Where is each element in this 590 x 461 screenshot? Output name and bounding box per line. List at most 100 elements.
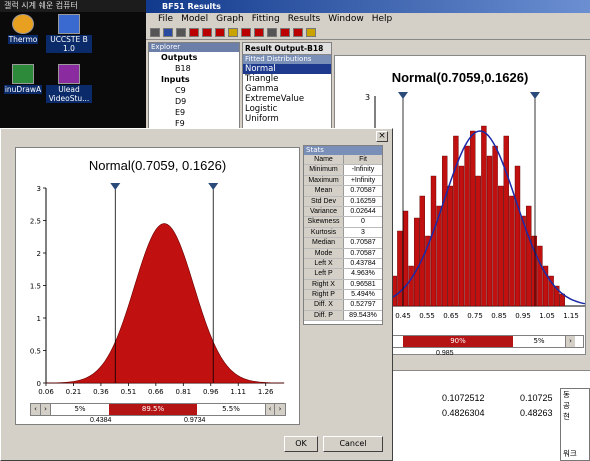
- stat-value: 0.16259: [350, 197, 376, 205]
- thermo-icon: [12, 14, 34, 34]
- chart-icon[interactable]: [189, 28, 199, 37]
- slider-right-pct: 5.5%: [222, 405, 240, 413]
- histogram-bar: [441, 155, 448, 307]
- left-marker-handle[interactable]: [398, 92, 408, 99]
- grid-cell[interactable]: 0.4826304: [442, 408, 485, 418]
- side-list-item[interactable]: 워크: [563, 448, 589, 459]
- x-tick-label: 1.26: [258, 388, 274, 396]
- cumulative-icon[interactable]: [254, 28, 264, 37]
- tree-item-b18[interactable]: B18: [153, 63, 239, 74]
- desktop-icon-thermo[interactable]: Thermo: [0, 14, 46, 44]
- dist-item-extremevalue[interactable]: ExtremeValue: [243, 94, 331, 104]
- percentile-slider[interactable]: ‹ › 5% 89.5% 5.5% ‹ ›: [30, 403, 286, 416]
- menu-help[interactable]: Help: [368, 13, 397, 26]
- y-tick-label: 0.5: [30, 348, 41, 356]
- stats-row: Mean 0.70587: [304, 186, 382, 197]
- stat-value: 0.02644: [350, 207, 376, 215]
- stat-name: Minimum: [304, 165, 344, 175]
- menu-results[interactable]: Results: [284, 13, 325, 26]
- dist-item-uniform[interactable]: Uniform: [243, 114, 331, 124]
- histogram-bar: [402, 210, 409, 307]
- x-tick-label: 0.65: [443, 312, 459, 320]
- table-icon[interactable]: [176, 28, 186, 37]
- histogram-icon[interactable]: [215, 28, 225, 37]
- slider-left-step[interactable]: ›: [41, 404, 51, 415]
- column-name: Name: [304, 155, 344, 165]
- side-list-item[interactable]: 공: [563, 400, 589, 411]
- menu-window[interactable]: Window: [324, 13, 368, 26]
- menu-graph[interactable]: Graph: [212, 13, 248, 26]
- report-icon[interactable]: [293, 28, 303, 37]
- stats-row: Right X 0.96581: [304, 279, 382, 291]
- x-tick-label: 0.96: [203, 388, 219, 396]
- x-tick-label: 0.45: [395, 312, 411, 320]
- tree-item-c9[interactable]: C9: [153, 85, 239, 96]
- y-tick-label: 0: [37, 380, 41, 388]
- dist-item-gamma[interactable]: Gamma: [243, 84, 331, 94]
- density-icon[interactable]: [241, 28, 251, 37]
- left-marker-handle[interactable]: [110, 183, 121, 190]
- slider-middle-pct: 90%: [403, 336, 513, 347]
- side-list-item[interactable]: 현: [563, 411, 589, 422]
- grid-cell[interactable]: 0.48263: [520, 408, 553, 418]
- histogram-bar: [413, 217, 420, 307]
- x-tick-label: 0.95: [515, 312, 531, 320]
- x-tick-labels: 0.350.450.550.650.750.850.951.051.15: [371, 312, 579, 320]
- desktop-icon-draw[interactable]: inuDrawA: [0, 64, 46, 94]
- distribution-chart: Normal(0.7059, 0.1626) 0 0.5 1 1.5 2 2.5 3 0.0…: [15, 147, 300, 425]
- close-button[interactable]: ×: [376, 131, 388, 142]
- stat-value: 0.52797: [350, 301, 376, 309]
- stats-row: Skewness 0: [304, 217, 382, 228]
- slider-right-step[interactable]: ‹: [265, 404, 275, 415]
- y-tick-label: 1: [37, 315, 41, 323]
- x-tick-label: 0.51: [121, 388, 137, 396]
- right-marker-handle[interactable]: [530, 92, 540, 99]
- dist-item-triangle[interactable]: Triangle: [243, 74, 331, 84]
- cancel-button[interactable]: Cancel: [323, 436, 383, 452]
- pp-plot-icon[interactable]: [267, 28, 277, 37]
- desktop-icon-ulead[interactable]: Ulead VideoStu...: [46, 64, 92, 103]
- dist-item-logistic[interactable]: Logistic: [243, 104, 331, 114]
- histogram-bar: [492, 145, 498, 307]
- grid-cell[interactable]: 0.1072512: [442, 393, 485, 403]
- save-icon[interactable]: [150, 28, 160, 37]
- side-list-item[interactable]: 동: [563, 389, 589, 400]
- desktop-icon-label: Ulead VideoStu...: [46, 85, 92, 103]
- stats-row: Mode 0.70587: [304, 248, 382, 259]
- tree-item-outputs[interactable]: Outputs: [153, 52, 239, 63]
- stat-name: Kurtosis: [304, 227, 344, 238]
- stats-row: Variance 0.02644: [304, 206, 382, 218]
- stat-value: 0.96581: [350, 280, 376, 288]
- menu-file[interactable]: File: [154, 13, 177, 26]
- slider-right-arrow[interactable]: ›: [275, 404, 285, 415]
- x-tick-label: 0.75: [467, 312, 483, 320]
- slider-right-arrow[interactable]: ›: [565, 336, 575, 347]
- tab-result-output[interactable]: Result Output-B18: [243, 43, 331, 55]
- qq-plot-icon[interactable]: [280, 28, 290, 37]
- window-icon[interactable]: [163, 28, 173, 37]
- ok-button[interactable]: OK: [284, 436, 318, 452]
- stat-value: 4.963%: [351, 270, 375, 278]
- histogram-bar: [458, 165, 465, 307]
- help-icon[interactable]: [306, 28, 316, 37]
- tree-item-d9[interactable]: D9: [153, 96, 239, 107]
- dist-item-normal[interactable]: Normal: [243, 64, 331, 74]
- curve-icon[interactable]: [228, 28, 238, 37]
- slider-right-pct: 5%: [533, 337, 545, 345]
- tree-item-inputs[interactable]: Inputs: [153, 74, 239, 85]
- histogram-bar: [419, 195, 426, 307]
- stat-name: Mean: [304, 186, 344, 196]
- stats-column-headers: Name Fit: [304, 155, 382, 166]
- right-marker-handle[interactable]: [208, 183, 219, 190]
- tree-item-e9[interactable]: E9: [153, 107, 239, 118]
- slider-left-arrow[interactable]: ‹: [31, 404, 41, 415]
- fit-icon[interactable]: [202, 28, 212, 37]
- back-slider-right-value: 0.985: [436, 350, 454, 357]
- stat-value: 3: [361, 228, 365, 236]
- menu-fitting[interactable]: Fitting: [248, 13, 284, 26]
- results-window-titlebar[interactable]: BF51 Results: [146, 0, 590, 13]
- desktop-icon-uccsteb[interactable]: UCCSTE B 1.0: [46, 14, 92, 53]
- grid-cell[interactable]: 0.10725: [520, 393, 553, 403]
- menu-model[interactable]: Model: [177, 13, 212, 26]
- toolbar: [146, 26, 590, 40]
